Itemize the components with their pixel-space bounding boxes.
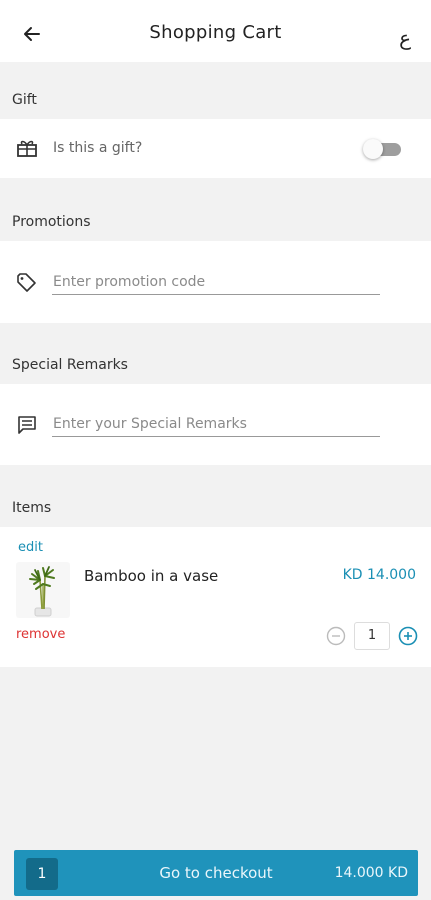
promotions-panel xyxy=(0,241,431,323)
special-remarks-input[interactable] xyxy=(52,411,380,437)
checkout-total: 14.000 KD xyxy=(334,865,408,881)
remove-item-link[interactable]: remove xyxy=(16,627,65,642)
product-image xyxy=(16,562,70,618)
quantity-value[interactable]: 1 xyxy=(354,622,390,650)
gift-section-label: Gift xyxy=(12,92,37,108)
bamboo-plant-image xyxy=(29,566,55,617)
page-title: Shopping Cart xyxy=(149,22,282,43)
gift-toggle[interactable] xyxy=(363,139,403,159)
remarks-panel xyxy=(0,384,431,465)
message-icon xyxy=(18,416,36,434)
product-price: KD 14.000 xyxy=(342,567,416,583)
tag-icon xyxy=(17,273,36,292)
gift-icon xyxy=(17,140,37,157)
increase-quantity-button[interactable] xyxy=(398,626,418,646)
promotion-code-input[interactable] xyxy=(52,269,380,295)
gift-question: Is this a gift? xyxy=(53,140,143,156)
app-header: Shopping Cart ع xyxy=(0,0,431,62)
decrease-quantity-button[interactable] xyxy=(326,626,346,646)
checkout-button[interactable]: 1 Go to checkout 14.000 KD xyxy=(14,850,418,896)
items-section-label: Items xyxy=(12,500,52,516)
promotions-section-label: Promotions xyxy=(12,214,91,230)
gift-toggle-thumb xyxy=(363,139,383,159)
language-toggle-button[interactable]: ع xyxy=(399,26,411,50)
edit-item-link[interactable]: edit xyxy=(18,540,43,555)
remarks-section-label: Special Remarks xyxy=(12,357,128,373)
product-name: Bamboo in a vase xyxy=(84,567,219,585)
